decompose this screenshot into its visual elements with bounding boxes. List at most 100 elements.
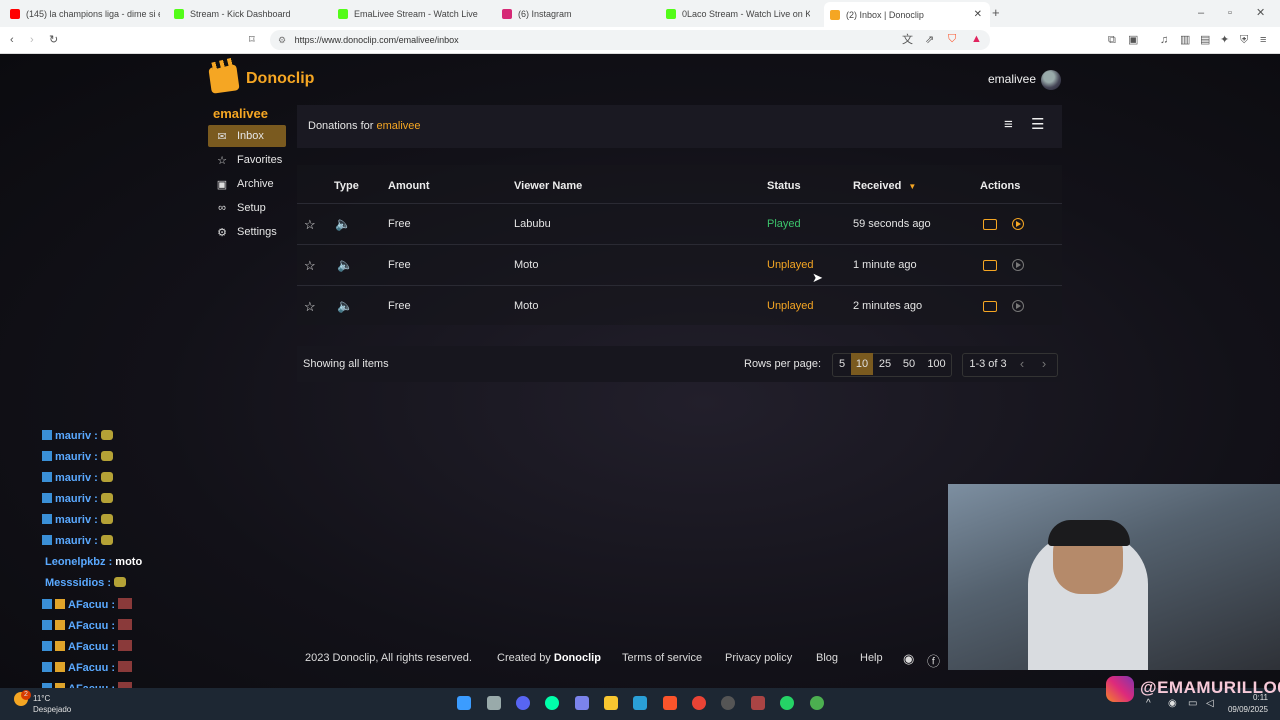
task-view-icon[interactable] <box>487 696 501 710</box>
wallet-icon[interactable]: ▤ <box>1200 33 1210 47</box>
sidebar-toggle-icon[interactable]: ▥ <box>1180 33 1190 47</box>
logo-text[interactable]: Donoclip <box>246 70 314 88</box>
table-row[interactable]: ☆ 🔈 Free Moto Unplayed 1 minute ago <box>297 244 1062 285</box>
chat-message: Leonelpkbz : moto <box>45 556 143 568</box>
browser-tab[interactable]: Stream - Kick Dashboard <box>174 4 324 24</box>
browser-tab[interactable]: EmaLivee Stream - Watch Live on <box>338 4 480 24</box>
close-tab-icon[interactable]: ✕ <box>974 9 982 20</box>
filter-icon[interactable]: ≡ <box>1004 117 1013 132</box>
forward-icon[interactable]: › <box>30 33 34 47</box>
teams-icon[interactable] <box>575 696 589 710</box>
next-page-icon[interactable]: › <box>1036 353 1052 375</box>
viewer-cell: Moto <box>514 300 539 312</box>
header-username[interactable]: emalivee <box>980 72 1036 86</box>
close-window-icon[interactable]: ✕ <box>1256 6 1265 20</box>
showing-label: Showing all items <box>303 358 389 370</box>
media-icon[interactable]: ♫ <box>1160 33 1168 47</box>
file-explorer-icon[interactable] <box>604 696 618 710</box>
tray-chevron-icon[interactable]: ^ <box>1146 698 1151 709</box>
whatsapp-icon[interactable] <box>780 696 794 710</box>
menu-icon[interactable]: ≡ <box>1260 33 1266 47</box>
brave-rewards-icon[interactable]: ▲ <box>971 32 982 46</box>
site-info-icon[interactable]: ⚙ <box>278 35 286 45</box>
footer-link-blog[interactable]: Blog <box>816 652 838 664</box>
discord-icon[interactable]: ◉ <box>903 651 914 667</box>
mouse-cursor-icon: ➤ <box>812 270 823 285</box>
back-icon[interactable]: ‹ <box>10 33 14 47</box>
column-header-status[interactable]: Status <box>767 180 801 192</box>
archive-action-icon[interactable] <box>983 301 997 312</box>
extensions-icon[interactable]: ⧉ <box>1108 33 1116 47</box>
windows-start-icon[interactable] <box>457 696 471 710</box>
facebook-icon[interactable]: ⓕ <box>927 651 940 670</box>
footer-link-help[interactable]: Help <box>860 652 883 664</box>
column-header-received[interactable]: Received ▼ <box>853 180 916 192</box>
clock-date[interactable]: 09/09/2025 <box>1224 705 1268 714</box>
chat-emote-icon <box>118 661 133 672</box>
url-field[interactable]: ⚙ https://www.donoclip.com/emalivee/inbo… <box>270 30 990 50</box>
play-action-icon[interactable] <box>1012 218 1024 230</box>
share-icon[interactable]: ⇗ <box>925 33 934 47</box>
sidebar-item-setup[interactable]: ∞ Setup <box>208 197 286 219</box>
minimize-icon[interactable]: – <box>1198 6 1204 20</box>
sidebar-item-settings[interactable]: ⚙ Settings <box>208 221 286 243</box>
chat-message: mauriv : <box>42 430 113 442</box>
avatar[interactable] <box>1041 70 1061 90</box>
chat-message: AFacuu : <box>42 619 133 632</box>
sidebar-item-favorites[interactable]: ☆ Favorites <box>208 149 286 171</box>
play-action-icon[interactable] <box>1012 259 1024 271</box>
screenshot-icon[interactable]: ▣ <box>1128 33 1138 47</box>
rows-option-25[interactable]: 25 <box>874 353 896 375</box>
rows-option-100[interactable]: 100 <box>923 353 950 375</box>
browser-tab[interactable]: (145) la champions liga - dime si ere <box>10 4 160 24</box>
column-header-amount[interactable]: Amount <box>388 180 430 192</box>
archive-action-icon[interactable] <box>983 260 997 271</box>
leo-ai-icon[interactable]: ✦ <box>1220 33 1229 47</box>
browser-tab[interactable]: (6) Instagram <box>502 4 652 24</box>
rows-option-50[interactable]: 50 <box>898 353 920 375</box>
table-row[interactable]: ☆ 🔈 Free Labubu Played 59 seconds ago <box>297 203 1062 244</box>
footer-link-terms[interactable]: Terms of service <box>622 652 702 664</box>
column-header-viewer-name[interactable]: Viewer Name <box>514 180 582 192</box>
app-icon[interactable] <box>751 696 765 710</box>
edge-icon[interactable] <box>545 696 559 710</box>
sidebar-item-inbox[interactable]: ✉ Inbox <box>208 125 286 147</box>
browser-tab-active[interactable]: (2) Inbox | Donoclip ✕ <box>824 2 990 27</box>
volume-icon[interactable]: ◁ <box>1206 698 1214 709</box>
prev-page-icon[interactable]: ‹ <box>1014 353 1030 375</box>
archive-action-icon[interactable] <box>983 219 997 230</box>
translate-icon[interactable]: 文 <box>902 33 913 47</box>
favorite-star-icon[interactable]: ☆ <box>304 217 316 233</box>
maximize-icon[interactable]: ▫ <box>1228 6 1232 20</box>
discord-taskbar-icon[interactable] <box>516 696 530 710</box>
settings-sliders-icon[interactable]: ☰ <box>1031 117 1044 132</box>
favorite-star-icon[interactable]: ☆ <box>304 299 316 315</box>
new-tab-icon[interactable]: + <box>992 6 1000 20</box>
footer-created-by: Created by Donoclip <box>497 652 601 664</box>
chrome-profile-icon[interactable] <box>810 696 824 710</box>
footer-link-privacy[interactable]: Privacy policy <box>725 652 792 664</box>
table-row[interactable]: ☆ 🔈 Free Moto Unplayed 2 minutes ago <box>297 285 1062 326</box>
vpn-icon[interactable]: ⛨ <box>1240 33 1248 47</box>
reload-icon[interactable]: ↻ <box>49 33 58 47</box>
column-header-type[interactable]: Type <box>334 180 359 192</box>
sidebar-item-archive[interactable]: ▣ Archive <box>208 173 286 195</box>
chat-emote-icon <box>100 430 113 440</box>
rows-option-5[interactable]: 5 <box>834 353 850 375</box>
play-action-icon[interactable] <box>1012 300 1024 312</box>
brave-taskbar-icon[interactable] <box>663 696 677 710</box>
network-icon[interactable]: ▭ <box>1188 698 1197 709</box>
page-title: Donations for emalivee <box>308 120 421 132</box>
chat-emote-icon <box>100 451 113 461</box>
rows-option-10-selected[interactable]: 10 <box>851 353 873 375</box>
bookmark-icon[interactable]: ⌑ <box>249 33 255 47</box>
donoclip-logo-icon[interactable] <box>208 64 240 94</box>
brave-shield-icon[interactable]: ⛉ <box>948 32 956 46</box>
store-icon[interactable] <box>633 696 647 710</box>
obs-icon[interactable] <box>721 696 735 710</box>
favorite-star-icon[interactable]: ☆ <box>304 258 316 274</box>
chrome-icon[interactable] <box>692 696 706 710</box>
amount-cell: Free <box>388 218 411 230</box>
microphone-icon[interactable]: ◉ <box>1168 698 1177 709</box>
browser-tab[interactable]: 0Laco Stream - Watch Live on Kick <box>666 4 810 24</box>
